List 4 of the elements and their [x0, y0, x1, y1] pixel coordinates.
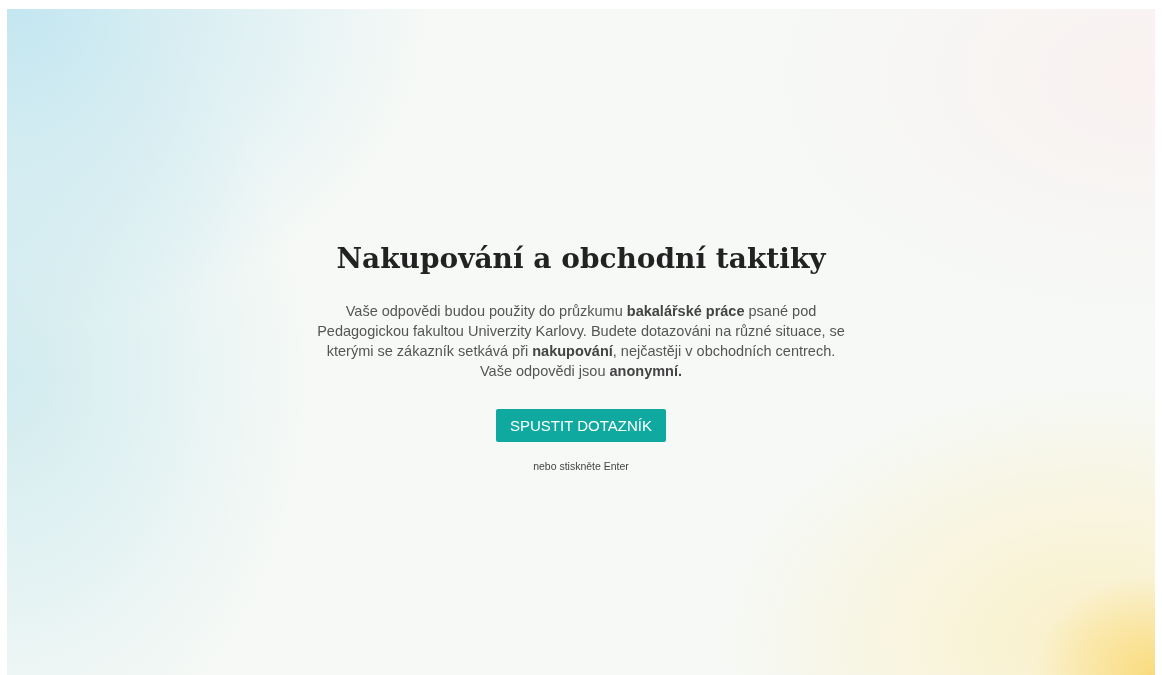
start-survey-button[interactable]: SPUSTIT DOTAZNÍK: [496, 409, 666, 442]
intro-paragraph: Vaše odpovědi budou použity do průzkumu bakalářské práce psané pod Pedagogickou fakultou Univerzity Karlovy. Budete dotazováni na různé situace, se kterými se zákazník setkává při nakupování, nejčastěji v obchodních centrech. Vaše odpovědi jsou anonymní.: [316, 302, 846, 381]
keyboard-hint: nebo stiskněte Enter: [533, 460, 629, 472]
page-title: Nakupování a obchodní taktiky: [336, 242, 826, 275]
